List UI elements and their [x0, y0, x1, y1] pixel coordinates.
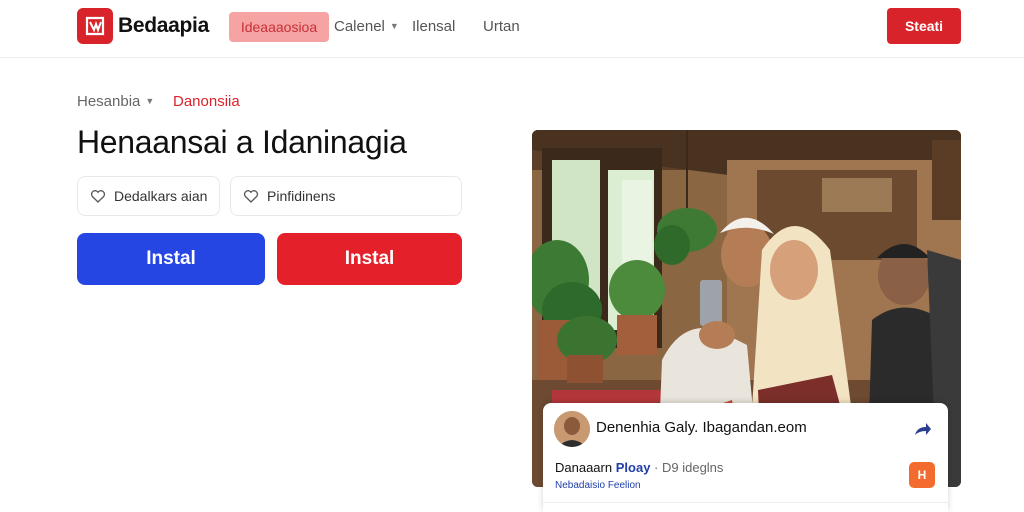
install-button-primary[interactable]: Instal [77, 233, 265, 285]
card-author[interactable]: Denenhia Galy. Ibagandan.eom [596, 419, 807, 436]
share-icon[interactable] [911, 418, 933, 440]
page-title: Henaansai a Idaninagia [77, 124, 407, 160]
chevron-down-icon: ▼ [145, 96, 155, 106]
chevron-down-icon: ▼ [389, 21, 399, 31]
brand-name[interactable]: Bedaapia [118, 14, 209, 38]
heart-icon [243, 190, 259, 203]
card-meta-name: Danaaarn [555, 460, 613, 475]
card-meta-highlight[interactable]: Ploay [616, 460, 651, 475]
card-meta-muted: · D9 ideglns [654, 460, 724, 475]
nav-item-third[interactable]: Ilensal [412, 18, 455, 35]
heart-icon [90, 190, 106, 203]
breadcrumb-parent-label: Hesanbia [77, 93, 141, 110]
chip-favorite-2[interactable]: Pinfidinens [230, 176, 462, 216]
top-navbar: Bedaapia Ideaaaosioa Calenel ▼ Ilensal Ur… [0, 0, 1024, 58]
chip-favorite-1[interactable]: Dedalkars aian [77, 176, 220, 216]
nav-item-fourth[interactable]: Urtan [483, 18, 520, 35]
nav-item-active[interactable]: Ideaaaosioa [229, 12, 329, 42]
card-subtext[interactable]: Nebadaisio Feelion [555, 480, 641, 491]
divider [543, 502, 948, 503]
nav-item-label: Calenel [334, 18, 385, 35]
logo-icon[interactable] [77, 8, 113, 44]
avatar[interactable] [554, 411, 590, 447]
header-cta-button[interactable]: Steati [887, 8, 961, 44]
chip-label: Dedalkars aian [114, 188, 208, 204]
breadcrumb-current[interactable]: Danonsiia [173, 93, 240, 110]
chip-label: Pinfidinens [267, 188, 336, 204]
card-badge[interactable]: H [909, 462, 935, 488]
install-button-secondary[interactable]: Instal [277, 233, 462, 285]
nav-item-calendar[interactable]: Calenel ▼ [334, 18, 399, 35]
breadcrumb-parent[interactable]: Hesanbia ▼ [77, 93, 154, 110]
card-meta: Danaaarn Ploay · D9 ideglns [555, 460, 723, 475]
post-card[interactable]: Denenhia Galy. Ibagandan.eom Danaaarn Pl… [543, 403, 948, 512]
